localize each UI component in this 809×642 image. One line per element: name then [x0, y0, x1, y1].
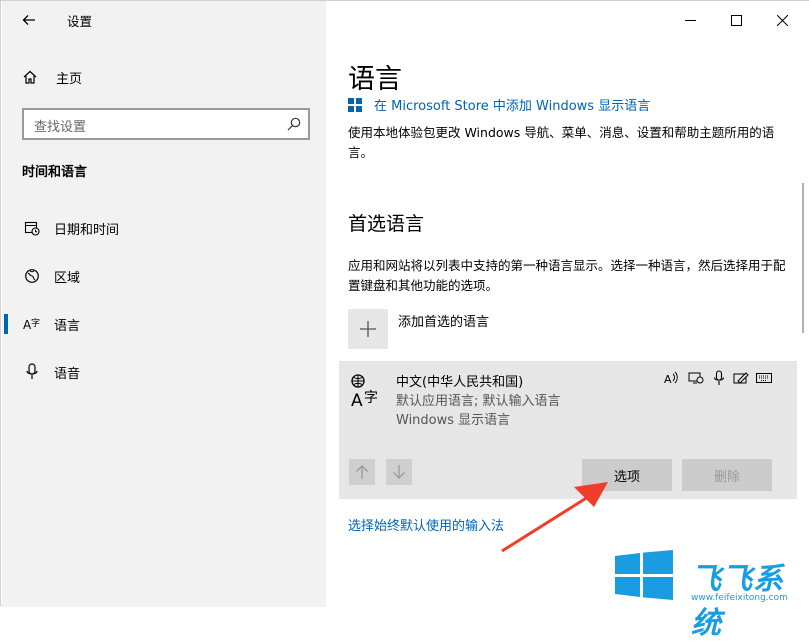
sidebar-item-label: 语音 [54, 366, 81, 382]
settings-window: 设置 主页 查找设置 时间和语言 日期和时间 区域 A 字 语言 语音 语言 在… [0, 0, 809, 607]
remove-button[interactable]: 删除 [682, 459, 772, 491]
page-description: 使用本地体验包更改 Windows 导航、菜单、消息、设置和帮助主题所用的语言。 [348, 125, 775, 160]
text-to-speech-icon: A [664, 370, 680, 386]
section-title: 时间和语言 [22, 165, 88, 180]
display-icon [688, 370, 704, 386]
keyboard-icon [756, 370, 772, 386]
sidebar-item-home[interactable]: 主页 [16, 63, 316, 91]
sidebar-item-language[interactable]: A字 语言 [2, 302, 326, 346]
title-bar: 设置 [2, 1, 326, 39]
language-icon: A 字 [351, 374, 378, 409]
language-name: 中文(中华人民共和国) [396, 375, 524, 390]
svg-text:字: 字 [364, 390, 378, 406]
back-arrow-icon [22, 15, 35, 25]
microphone-icon [22, 362, 42, 382]
microsoft-store-icon [348, 97, 362, 112]
sidebar-item-date-time[interactable]: 日期和时间 [2, 206, 326, 250]
sidebar-item-label: 日期和时间 [54, 222, 120, 238]
search-input[interactable]: 查找设置 [22, 108, 310, 140]
sidebar-item-region[interactable]: 区域 [2, 254, 326, 298]
search-placeholder: 查找设置 [34, 120, 87, 135]
watermark-url: www.feifeixitong.com [691, 593, 788, 603]
default-input-method-link[interactable]: 选择始终默认使用的输入法 [348, 515, 504, 534]
plus-icon [348, 309, 388, 349]
svg-text:A: A [664, 373, 672, 385]
minimize-icon [684, 19, 696, 21]
scrollbar[interactable] [802, 183, 804, 333]
sidebar-item-label: 区域 [54, 270, 81, 286]
close-button[interactable] [759, 1, 805, 39]
minimize-button[interactable] [667, 1, 713, 39]
language-detail: 默认应用语言; 默认输入语言 [396, 394, 561, 409]
sidebar-item-speech[interactable]: 语音 [2, 350, 326, 394]
home-icon [20, 67, 40, 87]
microphone-icon [711, 370, 727, 386]
language-detail: Windows 显示语言 [396, 413, 511, 428]
back-button[interactable] [14, 7, 44, 33]
main-content: 语言 在 Microsoft Store 中添加 Windows 显示语言 使用… [326, 1, 809, 607]
close-icon [776, 14, 788, 26]
move-up-button[interactable] [349, 459, 375, 485]
store-link-label[interactable]: 在 Microsoft Store 中添加 Windows 显示语言 [374, 95, 650, 114]
svg-text:字: 字 [31, 317, 40, 329]
sidebar: 设置 主页 查找设置 时间和语言 日期和时间 区域 A 字 语言 语音 [2, 1, 326, 607]
svg-text:A: A [351, 391, 363, 409]
handwriting-icon [733, 370, 749, 386]
language-icon: A字 [22, 314, 42, 334]
language-card-zh-cn[interactable]: A 字 中文(中华人民共和国) 默认应用语言; 默认输入语言 Windows 显… [339, 361, 797, 499]
sidebar-item-label: 语言 [54, 318, 81, 334]
preferred-languages-description: 应用和网站将以列表中支持的第一种语言显示。选择一种语言，然后选择用于配置键盘和其… [348, 258, 786, 293]
watermark: 飞飞系统 www.feifeixitong.com [609, 546, 809, 641]
search-icon[interactable] [286, 116, 302, 132]
calendar-clock-icon [22, 218, 42, 238]
sidebar-home-label: 主页 [56, 71, 83, 87]
windows-logo-icon [615, 550, 673, 600]
options-button[interactable]: 选项 [582, 459, 672, 491]
preferred-languages-title: 首选语言 [348, 213, 425, 235]
arrow-up-icon [356, 465, 368, 479]
store-language-link[interactable]: 在 Microsoft Store 中添加 Windows 显示语言 [348, 95, 650, 114]
region-globe-icon [22, 266, 42, 286]
maximize-button[interactable] [713, 1, 759, 39]
add-language-label: 添加首选的语言 [398, 315, 490, 330]
page-title: 语言 [348, 64, 402, 95]
move-down-button[interactable] [386, 459, 412, 485]
arrow-down-icon [393, 465, 405, 479]
maximize-icon [730, 14, 742, 26]
app-title: 设置 [67, 14, 93, 29]
add-language-button[interactable]: 添加首选的语言 [348, 309, 489, 349]
selection-indicator [4, 314, 8, 334]
